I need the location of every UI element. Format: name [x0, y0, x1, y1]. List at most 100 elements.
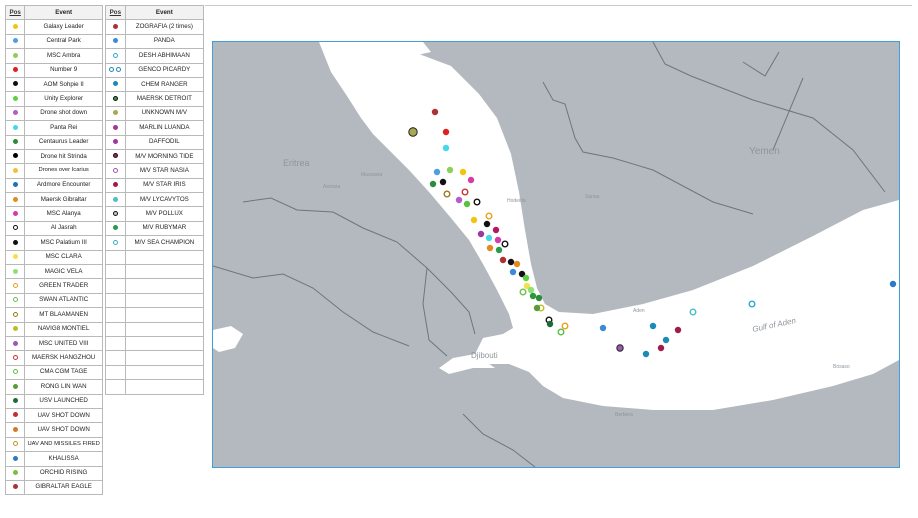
legend-marker-icon [12, 210, 18, 216]
legend-pos-cell [4, 220, 26, 237]
incident-marker[interactable] [509, 268, 517, 276]
incident-marker[interactable] [499, 256, 507, 264]
legend-row: Central Park [4, 33, 103, 50]
incident-marker[interactable] [455, 196, 463, 204]
legend-marker-icon [112, 110, 118, 116]
legend-row: Drone hit Strinda [4, 148, 103, 165]
legend-pos-cell [4, 350, 26, 366]
legend-pos-cell [4, 249, 26, 266]
incident-marker[interactable] [495, 246, 503, 254]
incident-marker[interactable] [889, 280, 897, 288]
incident-marker[interactable] [446, 166, 454, 174]
legend-row: SWAN ATLANTIC [4, 292, 103, 309]
legend-event-label: GREEN TRADER [24, 278, 103, 294]
label-djibouti: Djibouti [471, 351, 498, 360]
incident-marker[interactable] [467, 176, 475, 184]
legend-pos-cell [4, 120, 26, 136]
legend-marker-icon [112, 153, 118, 159]
incident-marker[interactable] [557, 328, 565, 336]
incident-marker[interactable] [433, 168, 441, 176]
incident-marker[interactable] [748, 300, 756, 308]
incident-marker[interactable] [463, 200, 471, 208]
incident-marker[interactable] [674, 326, 682, 334]
legend-marker-icon [112, 225, 118, 231]
legend-marker-icon [12, 398, 18, 404]
legend-pos-cell [4, 451, 26, 467]
incident-marker[interactable] [507, 258, 515, 266]
incident-marker[interactable] [689, 308, 697, 316]
legend-row: RONG LIN WAN [4, 379, 103, 395]
incident-marker[interactable] [477, 230, 485, 238]
incident-marker[interactable] [533, 304, 541, 312]
incident-marker[interactable] [546, 320, 554, 328]
legend-pos-cell [4, 235, 26, 251]
legend-row: MT BLAAMANEN [4, 307, 103, 323]
legend-event-label: PANDA [124, 33, 205, 50]
legend-event-label: ORCHID RISING [24, 465, 103, 481]
incident-marker[interactable] [492, 226, 500, 234]
incident-marker[interactable] [408, 127, 418, 137]
incident-marker[interactable] [461, 188, 469, 196]
legend-pos-cell [4, 393, 26, 409]
legend-row: MAERSK HANGZHOU [4, 350, 103, 366]
incident-marker[interactable] [431, 108, 439, 116]
map-canvas[interactable]: Eritrea Yemen Djibouti Gulf of Aden Aden… [213, 42, 899, 467]
incident-marker[interactable] [443, 190, 451, 198]
legend-row: UAV SHOT DOWN [4, 422, 103, 438]
legend-row: M/V STAR IRIS [105, 177, 205, 194]
incident-marker[interactable] [599, 324, 607, 332]
legend-pos-cell [105, 105, 126, 122]
incident-marker[interactable] [485, 212, 493, 220]
incident-marker[interactable] [657, 344, 665, 352]
legend-pos-cell [4, 307, 26, 323]
legend-row: Centaurus Leader [4, 134, 103, 150]
incident-marker[interactable] [649, 322, 657, 330]
legend-marker-icon [112, 182, 118, 188]
incident-marker[interactable] [485, 234, 493, 242]
legend-row: AOM Sohpie II [4, 76, 103, 93]
incident-marker[interactable] [642, 350, 650, 358]
incident-marker[interactable] [522, 274, 530, 282]
incident-marker[interactable] [442, 128, 450, 136]
legend-pos-cell [4, 465, 26, 481]
label-bosaso: Bosaso [833, 364, 850, 370]
incident-marker[interactable] [527, 286, 535, 294]
legend-row: ZOGRAFIA (2 times) [105, 19, 205, 35]
incident-marker[interactable] [459, 168, 467, 176]
legend-pos-cell [105, 177, 126, 194]
legend-pos-cell [105, 163, 126, 179]
legend-event-label: Drone shot down [24, 105, 103, 122]
legend-marker-icon [12, 52, 18, 58]
incident-marker[interactable] [561, 322, 569, 330]
legend-pos-cell [4, 379, 26, 395]
legend-marker-icon [12, 369, 18, 375]
incident-marker[interactable] [662, 336, 670, 344]
label-asmara: Asmara [323, 184, 340, 190]
incident-marker[interactable] [470, 216, 478, 224]
label-massawa: Massawa [361, 172, 382, 178]
top-rule [205, 5, 912, 6]
incident-marker[interactable] [473, 198, 481, 206]
legend-pos-cell [105, 192, 126, 208]
incident-marker[interactable] [429, 180, 437, 188]
legend-marker-icon [12, 153, 18, 159]
legend-row: UAV AND MISSILES FIRED [4, 436, 103, 453]
incident-marker[interactable] [519, 288, 527, 296]
incident-marker[interactable] [483, 220, 491, 228]
legend-marker-icon [12, 383, 18, 389]
incident-marker[interactable] [494, 236, 502, 244]
incident-marker[interactable] [501, 240, 509, 248]
legend-pos-cell [4, 264, 26, 280]
incident-marker[interactable] [616, 344, 624, 352]
legend-row: CHEM RANGER [105, 76, 205, 93]
incident-marker[interactable] [486, 244, 494, 252]
incident-marker[interactable] [442, 144, 450, 152]
legend-pos-cell [4, 177, 26, 194]
incident-marker[interactable] [439, 178, 447, 186]
legend-row: GIBRALTAR EAGLE [4, 479, 103, 496]
map-frame[interactable]: Eritrea Yemen Djibouti Gulf of Aden Aden… [212, 41, 900, 468]
incident-marker[interactable] [529, 292, 537, 300]
legend-pos-cell [4, 335, 26, 352]
incident-marker[interactable] [535, 294, 543, 302]
incident-marker[interactable] [513, 260, 521, 268]
